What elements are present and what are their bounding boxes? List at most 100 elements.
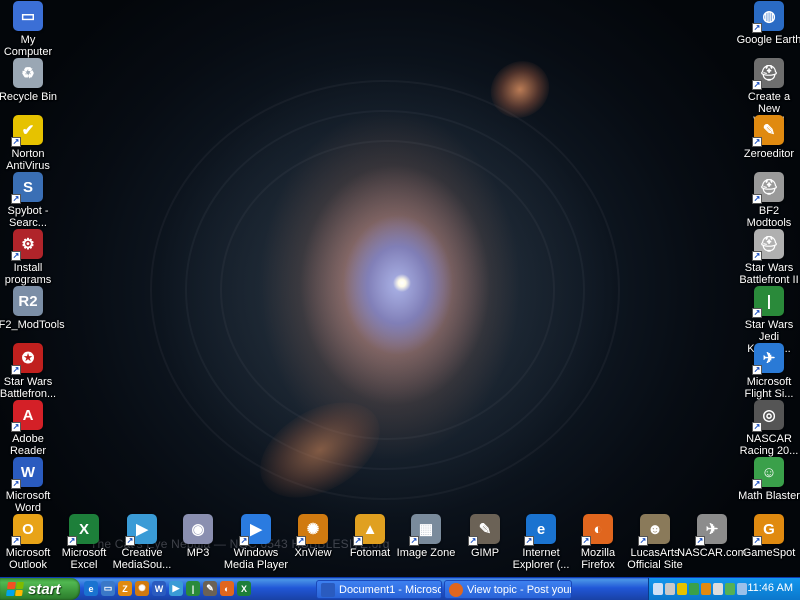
quicklaunch-ie-icon[interactable]: e [84,581,98,596]
desktop-icon-bf2-modtools[interactable]: ⛑ ↗ BF2 Modtools [736,172,800,229]
shortcut-arrow-icon: ↗ [581,536,591,546]
desktop-icon-recycle-bin[interactable]: ♻ Recycle Bin [0,58,61,103]
tray-zero-icon[interactable] [701,583,711,595]
bf2-modtools-icon: ⛑ ↗ [752,172,784,204]
shortcut-arrow-icon: ↗ [11,536,21,546]
quicklaunch-zero-icon[interactable]: Z [118,581,132,596]
shortcut-arrow-icon: ↗ [11,422,21,432]
desktop-icon-star-wars-battlefront-2[interactable]: ⛑ ↗ Star Wars Battlefront II [736,229,800,286]
xnview-icon: ✺ ↗ [296,514,328,546]
tray-shield-icon[interactable] [677,583,687,595]
shortcut-arrow-icon: ↗ [752,365,762,375]
desktop-icon-microsoft-word[interactable]: W ↗ Microsoft Word [0,457,61,514]
shortcut-arrow-icon: ↗ [752,536,762,546]
lucasarts-site-icon: ☻ ↗ [638,514,670,546]
desktop-icon-nascar-racing[interactable]: ◎ ↗ NASCAR Racing 20... [736,400,800,457]
shortcut-arrow-icon: ↗ [752,251,762,261]
task-word-document[interactable]: Document1 - Microsof... [316,580,442,599]
shortcut-arrow-icon: ↗ [695,536,705,546]
desktop-icon-label: Image Zone [396,547,456,559]
task-firefox-post[interactable]: View topic - Post your... [444,580,572,599]
shortcut-arrow-icon: ↗ [125,536,135,546]
tray-network-icon[interactable] [653,583,663,595]
taskbar: start e▭Z✺W▶|✎◐X Document1 - Microsof...… [0,577,800,600]
desktop-icon-label: Microsoft Excel [61,547,107,571]
adobe-reader-icon: A ↗ [11,400,43,432]
shortcut-arrow-icon: ↗ [752,308,762,318]
word-icon [321,582,335,597]
desktop-icon-label: Microsoft Word [5,490,51,514]
desktop-icon-spybot[interactable]: S ↗ Spybot - Searc... [0,172,61,229]
tray-messenger-icon[interactable] [689,583,699,595]
firefox-icon [449,582,463,597]
bf2-modtools-folder-icon: R2 [13,286,43,316]
shortcut-arrow-icon: ↗ [11,365,21,375]
desktop-icon-label: GameSpot [742,547,796,559]
desktop-icon-microsoft-excel[interactable]: X ↗ Microsoft Excel [51,514,117,571]
windows-media-player-icon: ▶ ↗ [239,514,271,546]
quicklaunch-gimp-icon[interactable]: ✎ [203,581,217,596]
desktop-icon-label: BF2 Modtools [746,205,792,229]
internet-explorer-icon: e ↗ [524,514,556,546]
shortcut-arrow-icon: ↗ [752,422,762,432]
microsoft-outlook-icon: O ↗ [11,514,43,546]
start-button[interactable]: start [0,578,80,600]
desktop-icon-label: GIMP [470,547,500,559]
quicklaunch-xnview-icon[interactable]: ✺ [135,581,149,596]
shortcut-arrow-icon: ↗ [67,536,77,546]
task-label: View topic - Post your... [467,583,572,596]
desktop-icon-label: MP3 [186,547,210,559]
desktop-icon-my-computer[interactable]: ▭ My Computer [0,1,61,58]
shortcut-arrow-icon: ↗ [752,194,762,204]
desktop-icon-label: Microsoft Outlook [5,547,51,571]
tray-power-icon[interactable] [737,583,747,595]
shortcut-arrow-icon: ↗ [296,536,306,546]
desktop-icon-label: Creative MediaSou... [112,547,172,571]
gimp-icon: ✎ ↗ [468,514,500,546]
desktop[interactable]: The Cat's Eye Nebula — NGC 6543 HUBBLESI… [0,0,800,577]
shortcut-arrow-icon: ↗ [11,251,21,261]
desktop-icon-star-wars-battlefront[interactable]: ✪ ↗ Star Wars Battlefron... [0,343,61,400]
shortcut-arrow-icon: ↗ [752,80,762,90]
shortcut-arrow-icon: ↗ [11,194,21,204]
tray-jedi-icon[interactable] [665,583,675,595]
quicklaunch-word-icon[interactable]: W [152,581,166,596]
clock[interactable]: 11:46 AM [747,582,793,594]
desktop-icon-math-blaster[interactable]: ☺ ↗ Math Blaster [736,457,800,502]
shortcut-arrow-icon: ↗ [638,536,648,546]
zeroeditor-icon: ✎ ↗ [752,115,784,147]
desktop-icon-label: My Computer [3,34,53,58]
desktop-icon-image-zone[interactable]: ▦ ↗ Image Zone [393,514,459,559]
desktop-icon-norton-antivirus[interactable]: ✔ ↗ Norton AntiVirus [0,115,61,172]
quicklaunch-jedi-icon[interactable]: | [186,581,200,596]
task-label: Document1 - Microsof... [339,583,441,596]
quicklaunch-excel-icon[interactable]: X [237,581,251,596]
desktop-icon-microsoft-flight-sim[interactable]: ✈ ↗ Microsoft Flight Si... [736,343,800,400]
desktop-icon-label: Microsoft Flight Si... [744,376,794,400]
creative-mediasource-icon: ▶ ↗ [125,514,157,546]
quicklaunch-mediasource-icon[interactable]: ▶ [169,581,183,596]
desktop-icon-gamespot[interactable]: G ↗ GameSpot [736,514,800,559]
system-tray: 11:46 AM [648,578,800,600]
microsoft-excel-icon: X ↗ [67,514,99,546]
desktop-icon-bf2-modtools-folder[interactable]: R2 BF2_ModTools [0,286,65,331]
tray-speaker-icon[interactable] [713,583,723,595]
quicklaunch-firefox-icon[interactable]: ◐ [220,581,234,596]
shortcut-arrow-icon: ↗ [752,479,762,489]
desktop-icon-mp3[interactable]: ◉ MP3 [165,514,231,559]
shortcut-arrow-icon: ↗ [239,536,249,546]
shortcut-arrow-icon: ↗ [524,536,534,546]
star-wars-battlefront-icon: ✪ ↗ [11,343,43,375]
desktop-icon-zeroeditor[interactable]: ✎ ↗ Zeroeditor [736,115,800,160]
tray-safe-remove-icon[interactable] [725,583,735,595]
star-wars-battlefront-2-icon: ⛑ ↗ [752,229,784,261]
math-blaster-icon: ☺ ↗ [752,457,784,489]
shortcut-arrow-icon: ↗ [11,137,21,147]
quicklaunch-show-desktop-icon[interactable]: ▭ [101,581,115,596]
microsoft-flight-sim-icon: ✈ ↗ [752,343,784,375]
desktop-icon-label: Zeroeditor [743,148,795,160]
desktop-icon-label: XnView [294,547,332,559]
desktop-icon-install-programs[interactable]: ⚙ ↗ Install programs [0,229,61,286]
desktop-icon-google-earth[interactable]: ◍ ↗ Google Earth [736,1,800,46]
nebula-ring [220,140,555,440]
